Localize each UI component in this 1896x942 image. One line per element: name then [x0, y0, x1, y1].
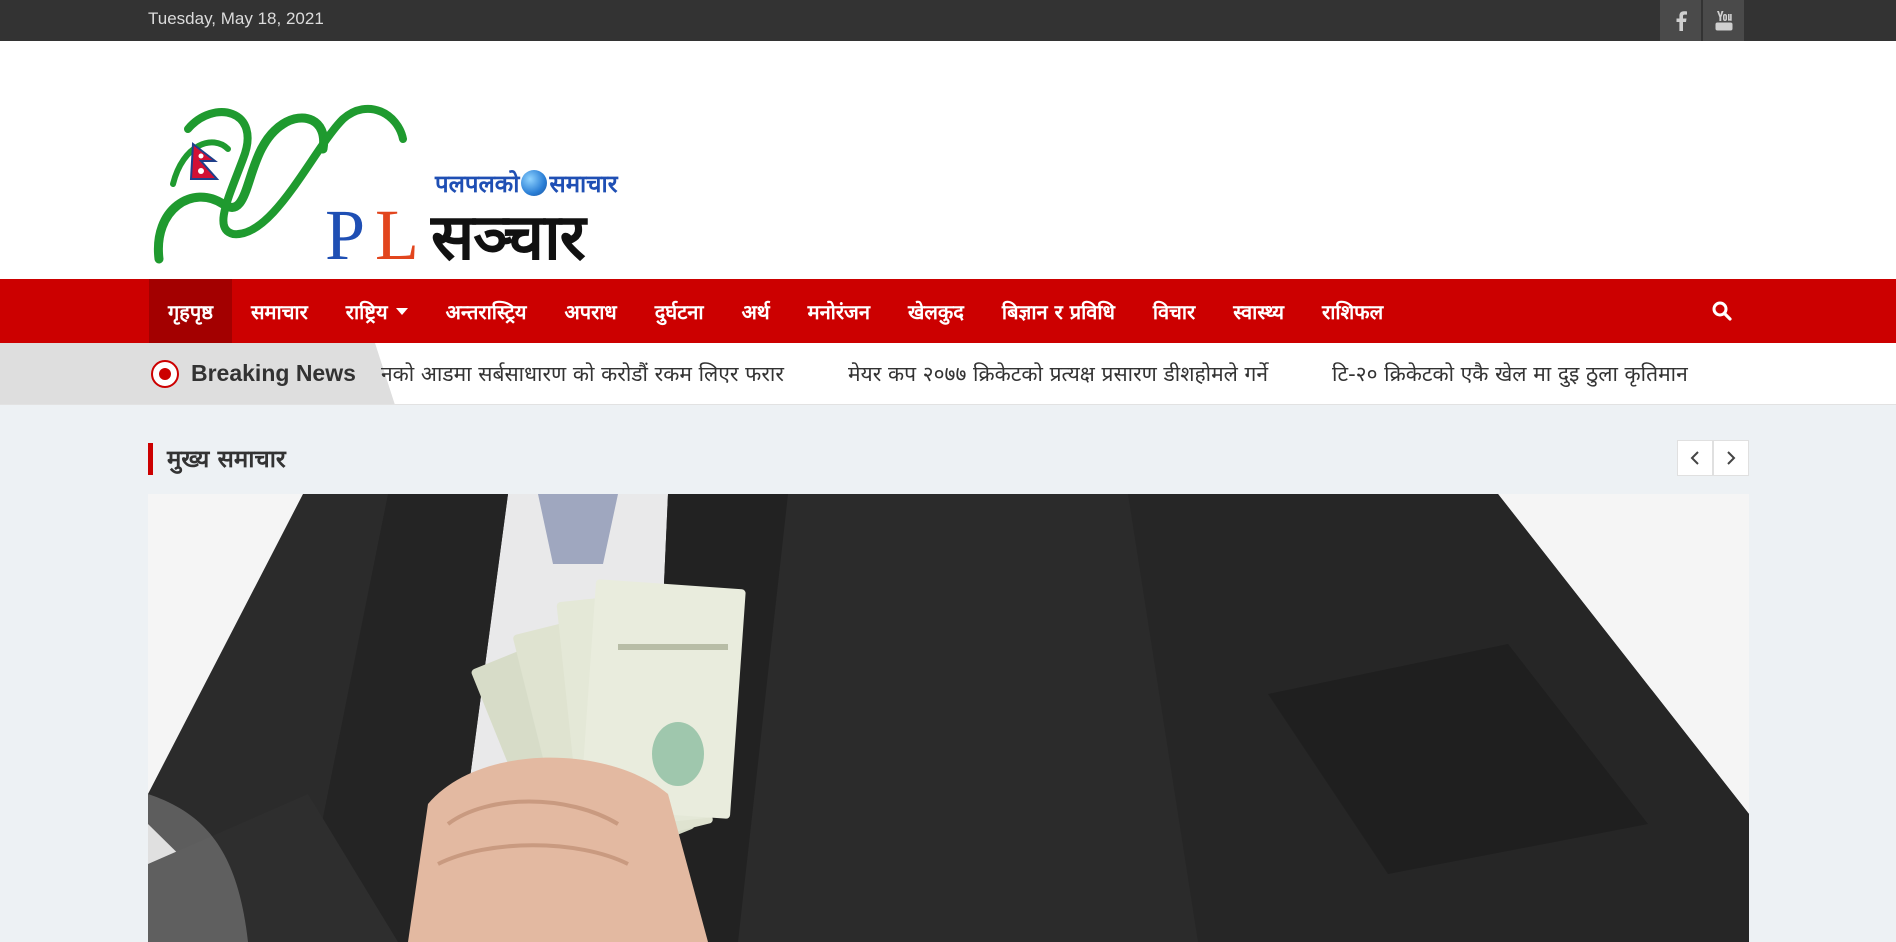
nav-item-opinion[interactable]: विचार [1134, 279, 1214, 343]
top-bar: Tuesday, May 18, 2021 [0, 0, 1896, 41]
nav-item-home[interactable]: गृहपृष्ठ [149, 279, 233, 343]
nav-item-crime[interactable]: अपराध [545, 279, 635, 343]
nav-item-science-tech[interactable]: बिज्ञान र प्रविधि [983, 279, 1134, 343]
facebook-icon [1676, 10, 1687, 31]
ticker-item[interactable]: मेयर कप २०७७ क्रिकेटको प्रत्यक्ष प्रसारण… [848, 360, 1268, 388]
news-ticker: नको आडमा सर्बसाधारण को करोडौं रकम लिएर फ… [381, 360, 1715, 390]
site-header: P L पलपलको समाचार सञ्चार [0, 41, 1896, 279]
slider-prev-button[interactable] [1677, 440, 1713, 476]
chevron-right-icon [1727, 451, 1736, 465]
nav-item-economy[interactable]: अर्थ [723, 279, 789, 343]
nav-item-national-label: राष्ट्रिय [345, 299, 388, 324]
youtube-link[interactable] [1703, 0, 1744, 41]
section-title: मुख्य समाचार [148, 443, 286, 475]
nav-item-sports[interactable]: खेलकुद [889, 279, 983, 343]
search-icon[interactable] [1710, 299, 1734, 323]
nav-item-health[interactable]: स्वास्थ्य [1214, 279, 1303, 343]
youtube-icon [1715, 10, 1732, 30]
facebook-link[interactable] [1660, 0, 1701, 41]
current-date: Tuesday, May 18, 2021 [148, 9, 324, 28]
nav-item-international[interactable]: अन्तरास्ट्रिय [427, 279, 546, 343]
businessman-money-image [148, 494, 1749, 942]
live-dot-icon [151, 360, 179, 388]
logo-letter-p: P [325, 195, 365, 274]
caret-down-icon [395, 307, 408, 315]
ticker-item[interactable]: टि-२० क्रिकेटको एकै खेल मा दुइ ठुला कृति… [1332, 360, 1688, 388]
featured-news-image[interactable] [148, 494, 1749, 942]
main-nav: गृहपृष्ठ समाचार राष्ट्रिय अन्तरास्ट्रिय … [0, 279, 1896, 343]
breaking-news-label: Breaking News [191, 360, 356, 386]
nav-item-news[interactable]: समाचार [232, 279, 327, 343]
chevron-left-icon [1690, 451, 1699, 465]
nav-item-entertainment[interactable]: मनोरंजन [789, 279, 889, 343]
ticker-item[interactable]: नको आडमा सर्बसाधारण को करोडौं रकम लिएर फ… [381, 360, 784, 388]
nav-item-national[interactable]: राष्ट्रिय [327, 279, 427, 343]
slider-next-button[interactable] [1713, 440, 1749, 476]
breaking-news-bar: Breaking News नको आडमा सर्बसाधारण को करो… [0, 343, 1896, 405]
logo-wordmark: सञ्चार [431, 201, 586, 275]
nav-item-horoscope[interactable]: राशिफल [1303, 279, 1402, 343]
logo-letter-l: L [375, 195, 419, 274]
logo-npl-graphic: P L [153, 104, 419, 274]
nav-item-accident[interactable]: दुर्घटना [636, 279, 723, 343]
site-logo[interactable]: P L पलपलको समाचार सञ्चार [153, 89, 653, 275]
